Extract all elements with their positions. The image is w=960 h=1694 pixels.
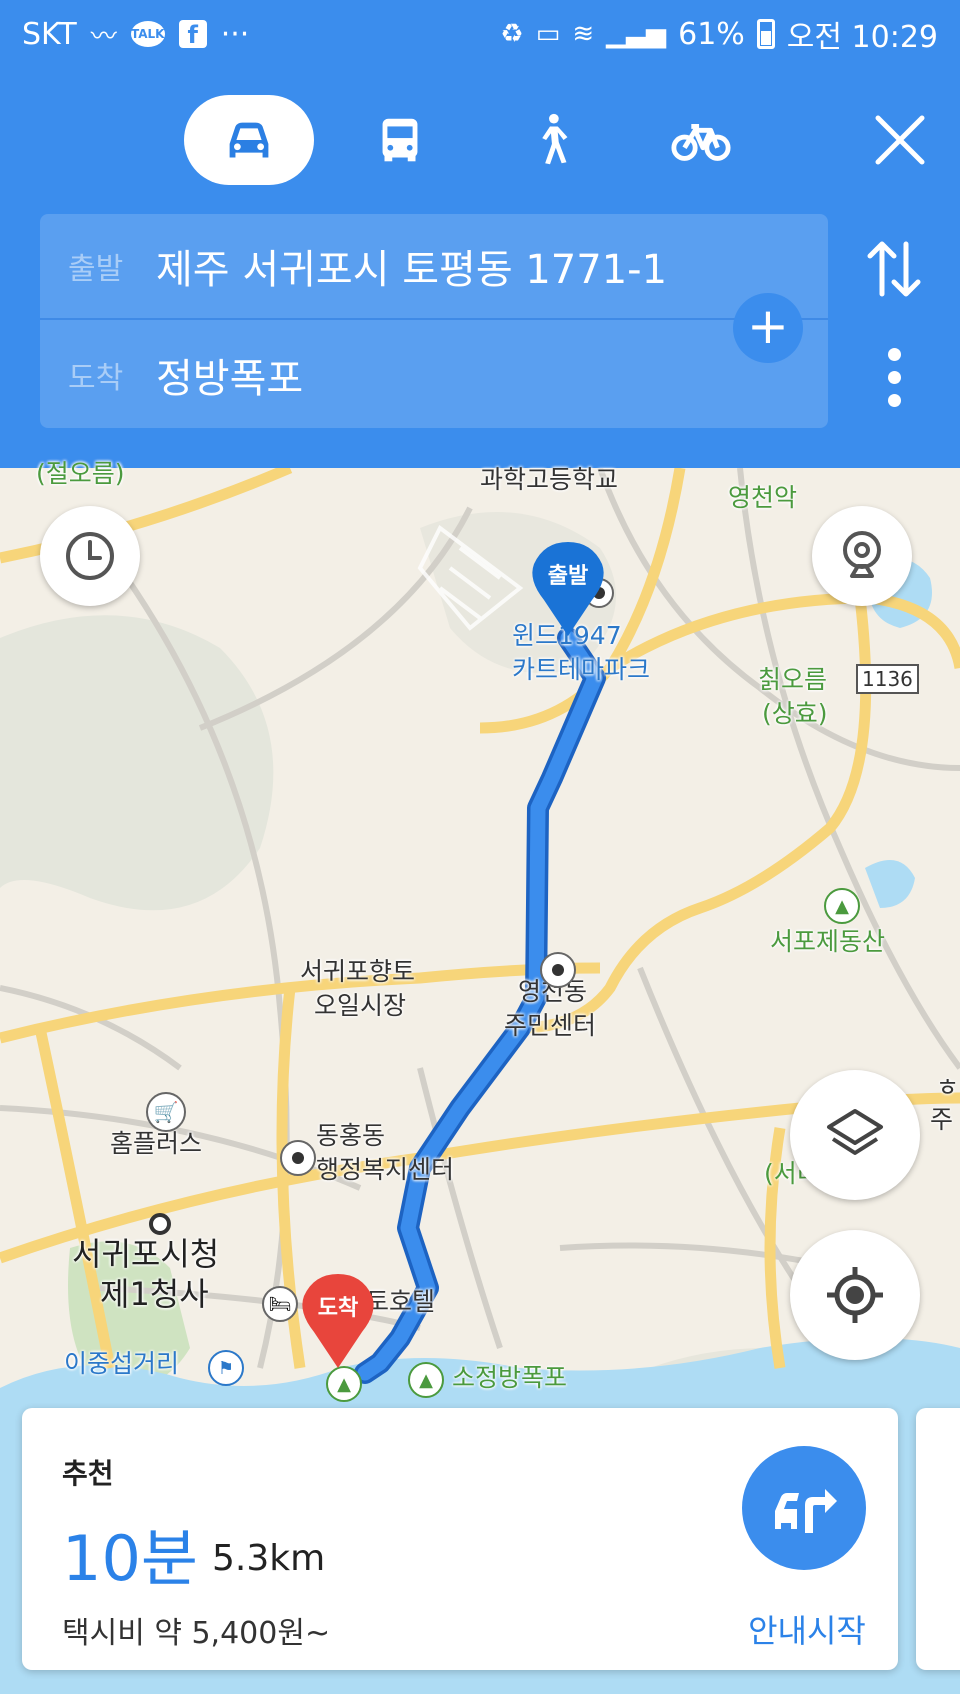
map-label-seopo: 서포제동산: [770, 927, 886, 956]
map-label-cityhall-2: 제1청사: [100, 1275, 209, 1313]
carrier: SKT: [22, 16, 77, 52]
map-label-yeongcheonak: 영천악: [728, 483, 798, 512]
destination-value: 정방폭포: [156, 356, 304, 402]
map-label-homeplus: 홈플러스: [110, 1129, 203, 1158]
poi-community-center[interactable]: [540, 952, 576, 988]
map-label-school: 과학고등학교: [480, 465, 619, 494]
end-pin[interactable]: 도착: [298, 1272, 378, 1372]
cctv-button[interactable]: [812, 506, 912, 606]
start-navigation-button[interactable]: [742, 1446, 866, 1570]
origin-label: 출발: [68, 252, 124, 287]
walk-icon: [542, 113, 568, 165]
clock-icon: [66, 532, 114, 580]
shopping-cart-icon[interactable]: 🛒: [146, 1092, 186, 1132]
destination-label: 도착: [68, 361, 124, 396]
road-number-badge: 1136: [856, 664, 919, 694]
origin-value: 제주 서귀포시 토평동 1771-1: [156, 247, 668, 293]
start-pin-icon: [532, 542, 604, 636]
webcam-icon: [843, 531, 881, 578]
status-bar: SKT 〰 TALK f ··· ♻ ▭ ≋ ▁▃▅ 61% 오전 10:29: [0, 0, 960, 68]
recommend-label: 추천: [62, 1457, 114, 1490]
bed-icon[interactable]: 🛏: [262, 1286, 298, 1322]
car-icon: [229, 122, 269, 158]
flag-icon[interactable]: ⚑: [208, 1350, 244, 1386]
my-location-button[interactable]: [790, 1230, 920, 1360]
map-label-ijungseop: 이중섭거리: [64, 1349, 180, 1378]
map-label-jeoloreum: (절오름): [36, 459, 125, 488]
map-label-sojeongbang: 소정방폭포: [452, 1363, 568, 1392]
map-label-chwieoreum-2: (상효): [762, 699, 828, 728]
clock: 오전 10:29: [786, 20, 938, 55]
travel-distance: 5.3km: [212, 1538, 326, 1579]
navigation-car-icon: [775, 1489, 837, 1533]
start-pin[interactable]: 출발: [528, 540, 608, 640]
battery-icon: [756, 19, 775, 49]
more-options-icon[interactable]: [888, 348, 904, 408]
origin-field[interactable]: 출발 제주 서귀포시 토평동 1771-1: [40, 214, 828, 320]
poi-cityhall[interactable]: [142, 1206, 178, 1242]
recycle-icon: ♻: [500, 19, 524, 49]
mode-walk-button[interactable]: [485, 95, 615, 185]
wave-icon: 〰: [90, 21, 117, 52]
map-label-chwieoreum-1: 칡오름: [758, 665, 828, 694]
mode-bike-button[interactable]: [636, 95, 766, 185]
swap-icon[interactable]: [864, 234, 924, 304]
map-label-market-2: 오일시장: [314, 991, 407, 1020]
map-label-donghong-1: 동홍동: [316, 1121, 386, 1150]
map-label-cityhall-1: 서귀포시청: [72, 1235, 220, 1273]
taxi-fare: 택시비 약 5,400원~: [62, 1616, 331, 1651]
map-label-market-1: 서귀포향토: [300, 957, 416, 986]
cast-icon: ▭: [535, 19, 561, 49]
add-waypoint-button[interactable]: +: [733, 293, 803, 363]
kakaotalk-icon: TALK: [130, 21, 165, 47]
route-result-card[interactable]: 추천 10분 5.3km 택시비 약 5,400원~ 안내시작: [22, 1408, 898, 1670]
bus-icon: [382, 118, 418, 162]
poi-donghong-office[interactable]: [280, 1140, 316, 1176]
travel-time: 10분: [62, 1522, 198, 1595]
route-input-box: 출발 제주 서귀포시 토평동 1771-1 도착 정방폭포: [40, 214, 828, 428]
mode-bus-button[interactable]: [335, 95, 465, 185]
route-header: 출발 제주 서귀포시 토평동 1771-1 도착 정방폭포 +: [0, 68, 960, 468]
mountain-icon: ▲: [824, 888, 860, 924]
bike-icon: [671, 124, 731, 161]
end-pin-icon: [302, 1274, 374, 1368]
crosshair-icon: [827, 1267, 883, 1323]
map-label-edge-2: 주: [930, 1105, 954, 1134]
wifi-icon: ≋: [572, 19, 595, 49]
start-navigation-label[interactable]: 안내시작: [722, 1606, 892, 1652]
map-label-park-2: 카트테마파크: [512, 655, 651, 684]
more-notifications-icon: ···: [220, 16, 250, 52]
close-icon[interactable]: [868, 108, 932, 172]
map-label-donghong-2: 행정복지센터: [316, 1155, 455, 1184]
map-label-center-2: 주민센터: [504, 1011, 597, 1040]
mode-car-button[interactable]: [184, 95, 314, 185]
battery-percent: 61%: [678, 16, 745, 52]
mountain-icon: ▲: [408, 1362, 444, 1398]
layers-icon: [827, 1109, 883, 1155]
map-label-edge-1: ㅎ: [936, 1073, 960, 1102]
destination-field[interactable]: 도착 정방폭포: [40, 322, 828, 428]
history-button[interactable]: [40, 506, 140, 606]
next-route-card[interactable]: [916, 1408, 960, 1670]
transport-modes: [0, 95, 960, 185]
signal-icon: ▁▃▅: [606, 19, 667, 49]
facebook-icon: f: [178, 20, 207, 49]
layers-button[interactable]: [790, 1070, 920, 1200]
